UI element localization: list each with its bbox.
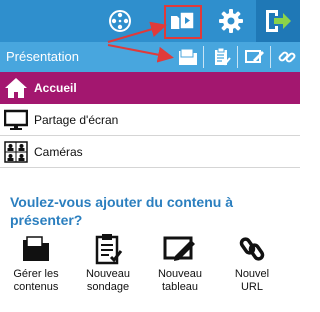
- menu-item-label: Accueil: [34, 81, 77, 95]
- presentation-title: Présentation: [6, 49, 79, 64]
- new-poll-button[interactable]: Nouveau sondage: [78, 232, 138, 294]
- film-reel-icon[interactable]: [104, 5, 136, 37]
- presentation-bar: Présentation: [0, 42, 300, 72]
- menu-item-label: Caméras: [34, 145, 83, 159]
- link-icon: [222, 232, 282, 266]
- action-label: Nouvel URL: [234, 268, 270, 293]
- separator: [203, 46, 204, 68]
- menu-item-partage-ecran[interactable]: Partage d'écran: [0, 104, 300, 136]
- whiteboard-icon: [150, 232, 210, 266]
- separator: [237, 46, 238, 68]
- new-board-button[interactable]: Nouveau tableau: [150, 232, 210, 294]
- link-icon[interactable]: [275, 45, 299, 69]
- poll-icon[interactable]: [210, 45, 234, 69]
- monitor-icon: [4, 109, 28, 131]
- edit-board-icon[interactable]: [243, 45, 267, 69]
- new-url-button[interactable]: Nouvel URL: [222, 232, 282, 294]
- manage-content-button[interactable]: Gérer les contenus: [6, 232, 66, 294]
- home-icon: [4, 77, 28, 99]
- action-label: Gérer les contenus: [13, 268, 59, 293]
- content-prompt: Voulez-vous ajouter du contenu à présent…: [10, 194, 233, 228]
- separator: [270, 46, 271, 68]
- gear-icon[interactable]: [215, 5, 247, 37]
- exit-button[interactable]: [256, 0, 300, 42]
- poll-icon: [78, 232, 138, 266]
- cameras-icon: [4, 141, 28, 163]
- menu-item-label: Partage d'écran: [34, 113, 119, 127]
- top-toolbar: [0, 0, 300, 42]
- presentation-content-icon[interactable]: [167, 5, 199, 37]
- menu-item-accueil[interactable]: Accueil: [0, 72, 300, 104]
- action-label: Nouveau tableau: [157, 268, 203, 293]
- folder-icon[interactable]: [176, 45, 200, 69]
- action-label: Nouveau sondage: [85, 268, 131, 293]
- folder-icon: [6, 232, 66, 266]
- menu-item-cameras[interactable]: Caméras: [0, 136, 300, 168]
- exit-icon: [266, 10, 291, 32]
